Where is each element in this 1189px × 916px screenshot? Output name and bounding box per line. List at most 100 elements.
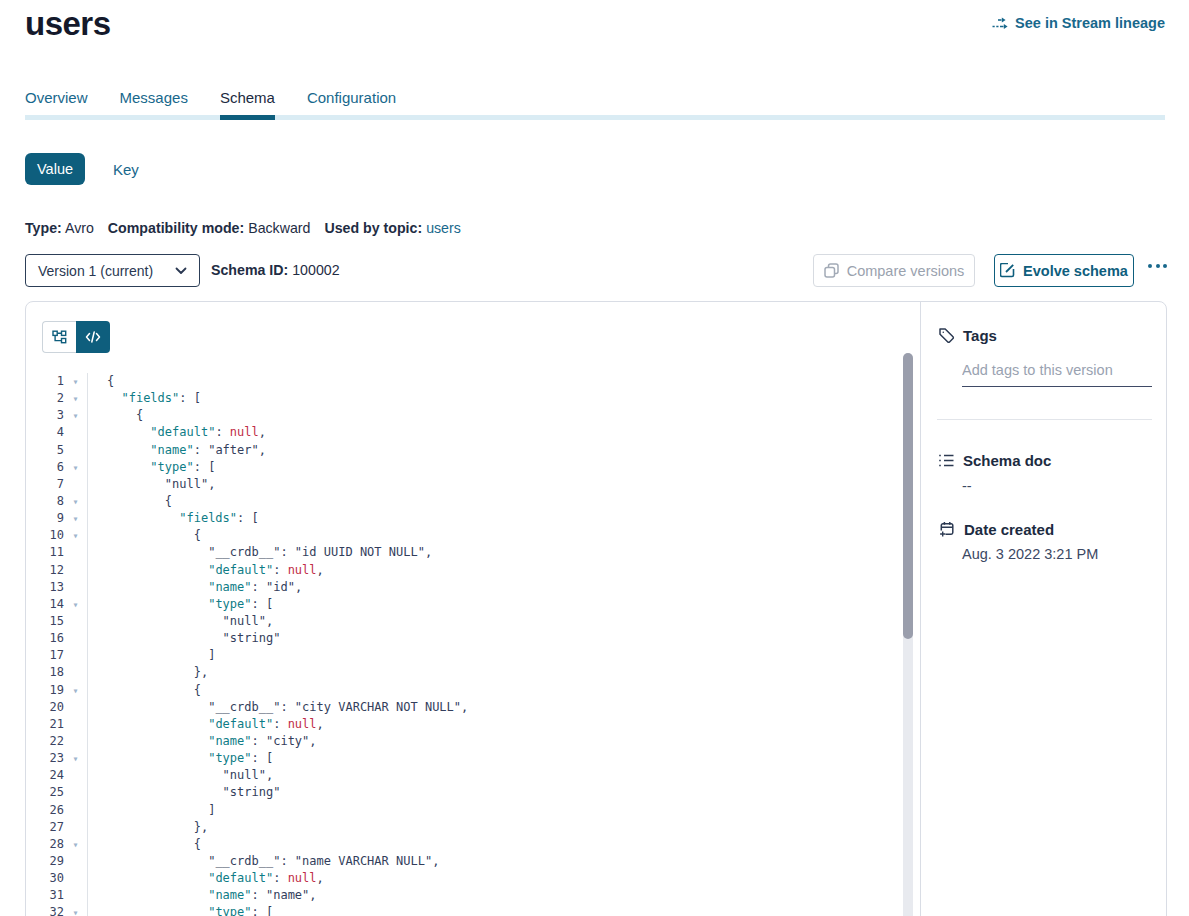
tab-messages[interactable]: Messages bbox=[120, 89, 188, 106]
fold-arrow-icon[interactable]: ▾ bbox=[64, 836, 87, 853]
gutter-line-number: 8 bbox=[26, 493, 64, 510]
code-line: 32▾ "type": [ bbox=[26, 904, 920, 916]
code-line: 22 "name": "city", bbox=[26, 733, 920, 750]
gutter-line-number: 12 bbox=[26, 562, 64, 579]
topic-link[interactable]: users bbox=[426, 220, 461, 236]
key-tab-button[interactable]: Key bbox=[113, 161, 139, 178]
schema-id: Schema ID: 100002 bbox=[211, 262, 340, 278]
gutter-line-number: 5 bbox=[26, 442, 64, 459]
fold-spacer bbox=[64, 579, 87, 596]
fold-arrow-icon[interactable]: ▾ bbox=[64, 596, 87, 613]
tags-heading: Tags bbox=[938, 327, 997, 344]
code-line: 12 "default": null, bbox=[26, 562, 920, 579]
code-line: 26 ] bbox=[26, 802, 920, 819]
tab-overview[interactable]: Overview bbox=[25, 89, 88, 106]
fold-spacer bbox=[64, 716, 87, 733]
code-line: 17 ] bbox=[26, 647, 920, 664]
compare-icon bbox=[824, 263, 839, 278]
fold-spacer bbox=[64, 802, 87, 819]
fold-spacer bbox=[64, 784, 87, 801]
value-key-toggle: Value Key bbox=[25, 153, 139, 185]
tab-configuration[interactable]: Configuration bbox=[307, 89, 396, 106]
gutter-line-number: 22 bbox=[26, 733, 64, 750]
tag-icon bbox=[938, 327, 955, 344]
fold-arrow-icon[interactable]: ▾ bbox=[64, 904, 87, 916]
evolve-schema-button[interactable]: Evolve schema bbox=[994, 254, 1134, 287]
gutter-line-number: 9 bbox=[26, 510, 64, 527]
fold-arrow-icon[interactable]: ▾ bbox=[64, 510, 87, 527]
code-line: 30 "default": null, bbox=[26, 870, 920, 887]
gutter-line-number: 20 bbox=[26, 699, 64, 716]
fold-spacer bbox=[64, 733, 87, 750]
editor-view-toggle bbox=[42, 321, 110, 353]
code-line: 24 "null", bbox=[26, 767, 920, 784]
gutter-line-number: 29 bbox=[26, 853, 64, 870]
gutter-line-number: 31 bbox=[26, 887, 64, 904]
fold-spacer bbox=[64, 767, 87, 784]
type-value: Avro bbox=[65, 220, 94, 236]
gutter-line-number: 10 bbox=[26, 527, 64, 544]
compatibility-label: Compatibility mode: bbox=[108, 220, 244, 236]
stream-lineage-link[interactable]: See in Stream lineage bbox=[992, 15, 1165, 31]
gutter-line-number: 2 bbox=[26, 390, 64, 407]
sidebar-divider bbox=[937, 419, 1152, 420]
code-line: 13 "name": "id", bbox=[26, 579, 920, 596]
code-line: 16 "string" bbox=[26, 630, 920, 647]
value-tab-button[interactable]: Value bbox=[25, 153, 85, 185]
fold-arrow-icon[interactable]: ▾ bbox=[64, 407, 87, 424]
code-line: 11 "__crdb__": "id UUID NOT NULL", bbox=[26, 544, 920, 561]
editor-scrollbar-thumb[interactable] bbox=[903, 353, 913, 639]
code-lines: 1▾{2▾ "fields": [3▾ {4 "default": null,5… bbox=[26, 353, 920, 916]
code-line: 14▾ "type": [ bbox=[26, 596, 920, 613]
code-line: 31 "name": "name", bbox=[26, 887, 920, 904]
code-line: 10▾ { bbox=[26, 527, 920, 544]
fold-arrow-icon[interactable]: ▾ bbox=[64, 750, 87, 767]
tree-view-button[interactable] bbox=[42, 321, 76, 353]
gutter-line-number: 18 bbox=[26, 664, 64, 681]
gutter-line-number: 3 bbox=[26, 407, 64, 424]
schema-code-editor[interactable]: 1▾{2▾ "fields": [3▾ {4 "default": null,5… bbox=[26, 353, 920, 916]
add-tags-input[interactable] bbox=[962, 362, 1152, 387]
editor-scrollbar[interactable] bbox=[903, 353, 913, 916]
gutter-line-number: 30 bbox=[26, 870, 64, 887]
compare-versions-button[interactable]: Compare versions bbox=[813, 254, 975, 287]
fold-spacer bbox=[64, 630, 87, 647]
fold-arrow-icon[interactable]: ▾ bbox=[64, 373, 87, 390]
page-title: users bbox=[25, 5, 111, 43]
gutter-line-number: 26 bbox=[26, 802, 64, 819]
code-view-button[interactable] bbox=[76, 321, 110, 353]
code-line: 20 "__crdb__": "city VARCHAR NOT NULL", bbox=[26, 699, 920, 716]
fold-arrow-icon[interactable]: ▾ bbox=[64, 493, 87, 510]
gutter-line-number: 24 bbox=[26, 767, 64, 784]
code-line: 18 }, bbox=[26, 664, 920, 681]
fold-arrow-icon[interactable]: ▾ bbox=[64, 682, 87, 699]
code-line: 21 "default": null, bbox=[26, 716, 920, 733]
tree-view-icon bbox=[52, 330, 67, 344]
fold-spacer bbox=[64, 664, 87, 681]
gutter-line-number: 6 bbox=[26, 459, 64, 476]
version-toolbar: Version 1 (current) Schema ID: 100002 Co… bbox=[0, 254, 1189, 288]
tab-bar: Overview Messages Schema Configuration bbox=[25, 89, 396, 106]
gutter-line-number: 27 bbox=[26, 819, 64, 836]
code-line: 2▾ "fields": [ bbox=[26, 390, 920, 407]
code-line: 27 }, bbox=[26, 819, 920, 836]
fold-arrow-icon[interactable]: ▾ bbox=[64, 527, 87, 544]
tab-schema[interactable]: Schema bbox=[220, 89, 275, 106]
active-tab-indicator bbox=[220, 115, 275, 120]
fold-spacer bbox=[64, 476, 87, 493]
fold-spacer bbox=[64, 544, 87, 561]
fold-spacer bbox=[64, 647, 87, 664]
tab-track bbox=[25, 115, 1165, 120]
stream-lineage-icon bbox=[992, 16, 1009, 31]
code-line: 15 "null", bbox=[26, 613, 920, 630]
fold-spacer bbox=[64, 853, 87, 870]
more-actions-button[interactable] bbox=[1148, 264, 1167, 268]
date-created-value: Aug. 3 2022 3:21 PM bbox=[962, 546, 1098, 562]
fold-arrow-icon[interactable]: ▾ bbox=[64, 390, 87, 407]
gutter-line-number: 16 bbox=[26, 630, 64, 647]
version-select[interactable]: Version 1 (current) bbox=[25, 254, 200, 287]
code-line: 4 "default": null, bbox=[26, 424, 920, 441]
code-line: 3▾ { bbox=[26, 407, 920, 424]
fold-spacer bbox=[64, 699, 87, 716]
fold-arrow-icon[interactable]: ▾ bbox=[64, 459, 87, 476]
